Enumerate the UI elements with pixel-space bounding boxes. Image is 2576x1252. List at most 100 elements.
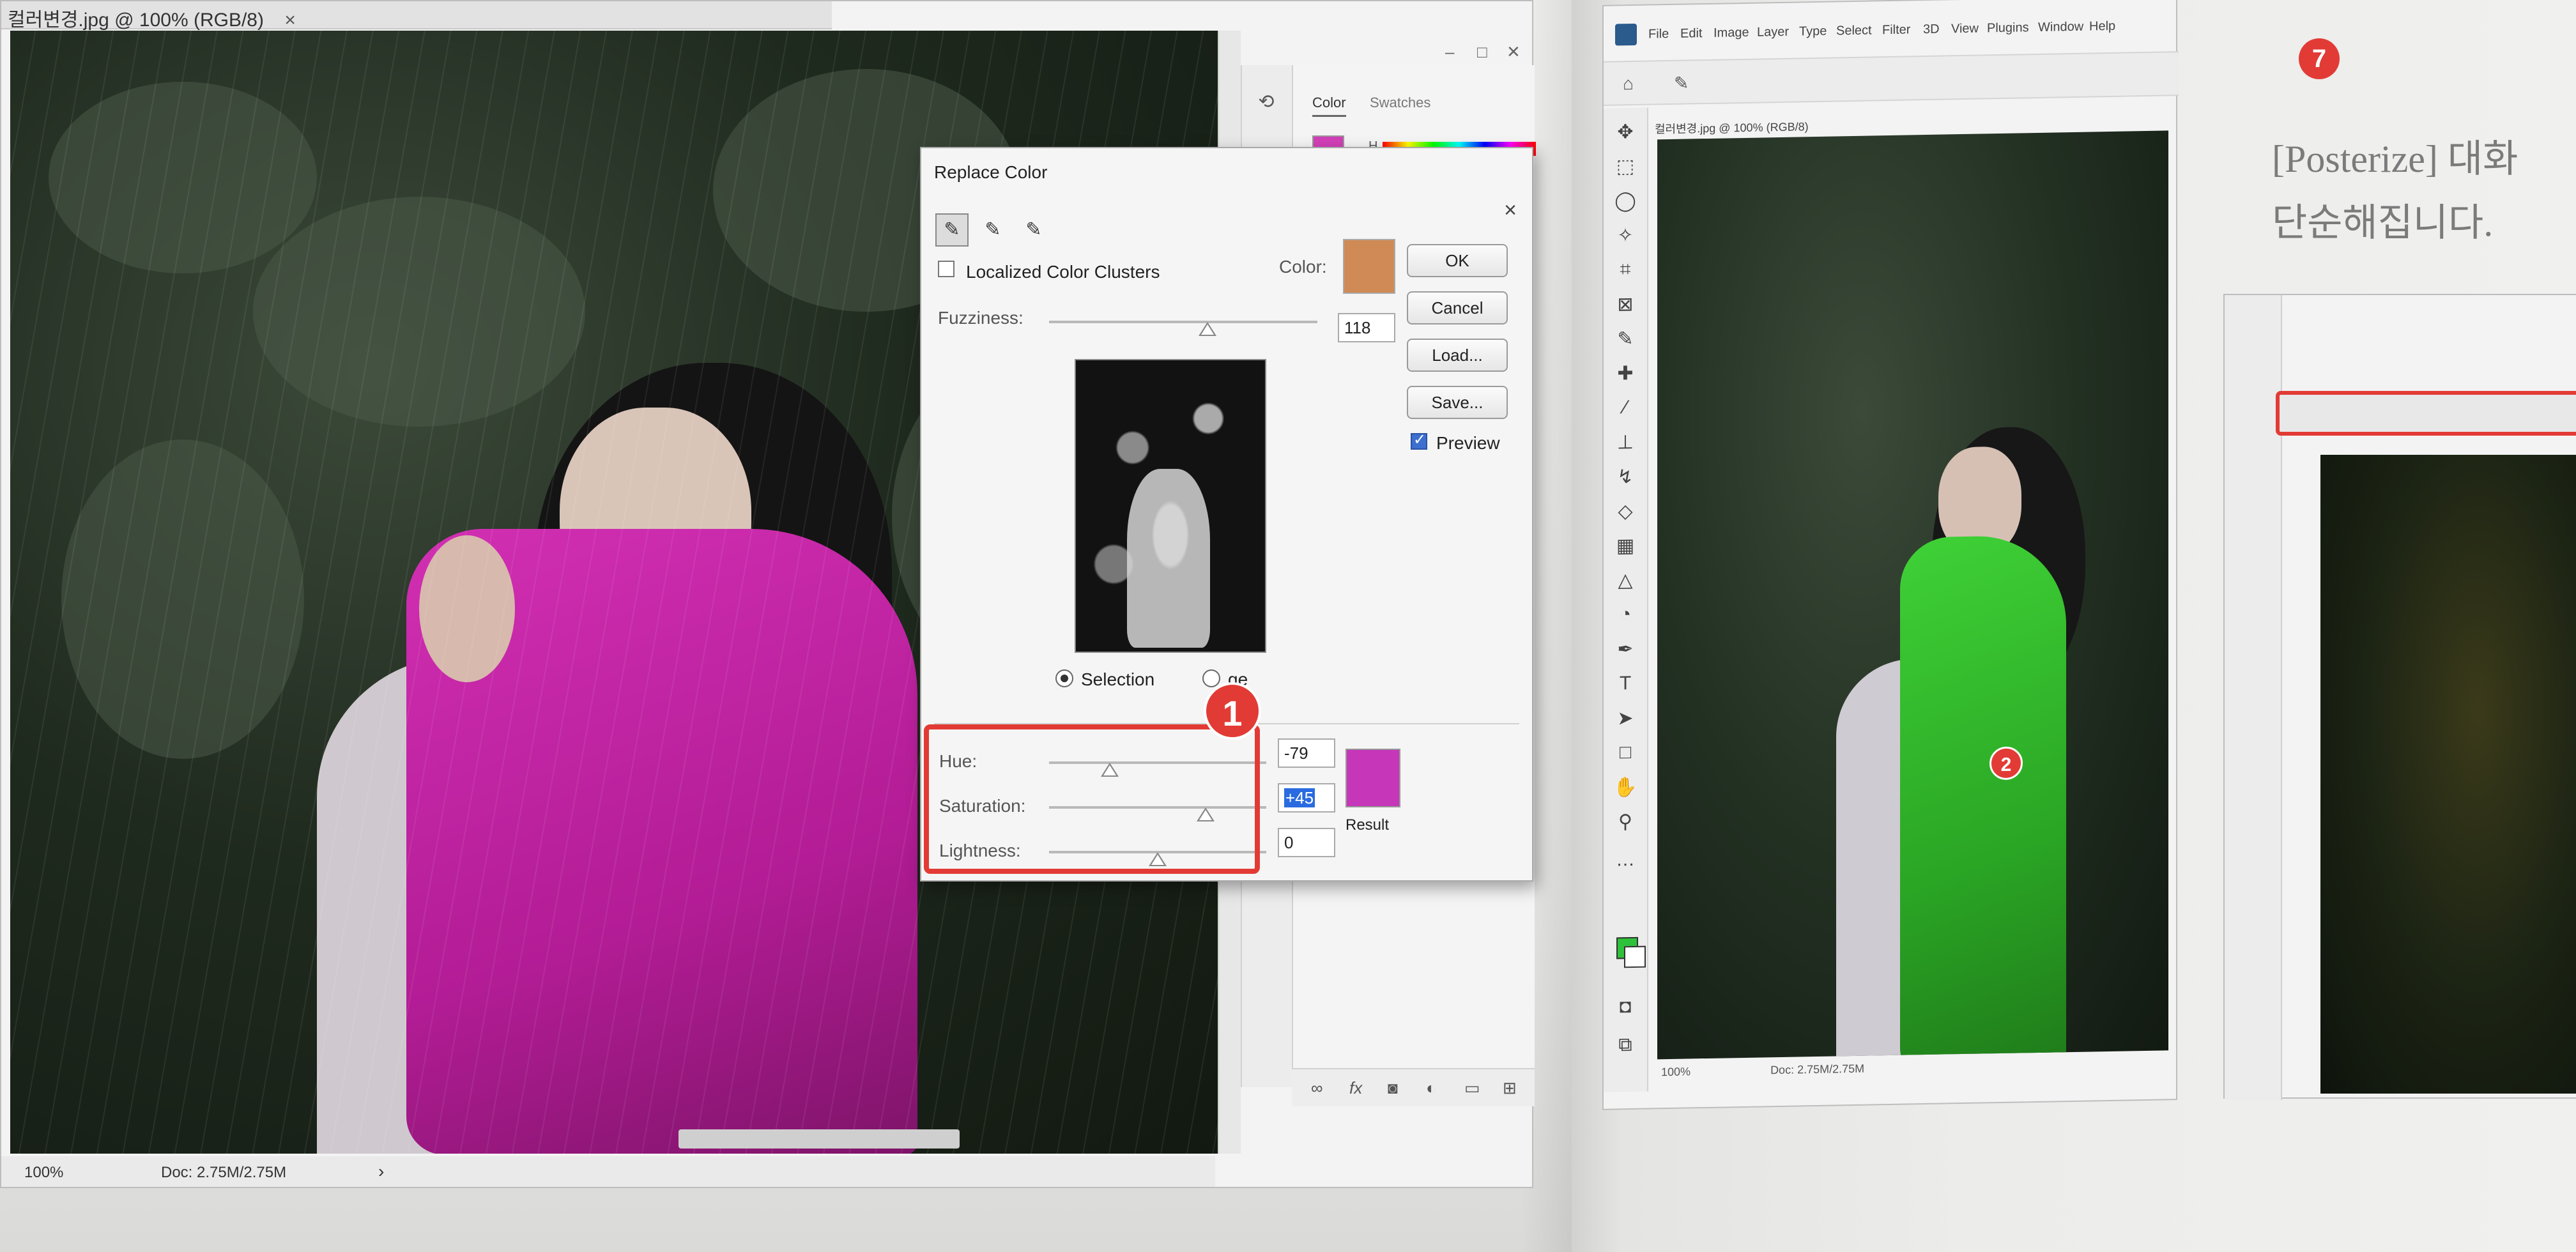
eyedropper-icon[interactable]: ✎ — [1613, 328, 1638, 354]
cancel-button[interactable]: Cancel — [1407, 291, 1508, 324]
fuzziness-slider-track[interactable] — [1049, 321, 1317, 323]
eyedropper-minus-icon[interactable]: ✎ — [1017, 213, 1050, 247]
book-text-line-1: [Posterize] 대화 — [2272, 138, 2518, 180]
save-button[interactable]: Save... — [1407, 386, 1508, 419]
dodge-tool-icon[interactable]: ◔ — [1613, 604, 1638, 630]
menu-layer[interactable]: Layer — [1757, 25, 1789, 40]
brush-tool-icon[interactable]: ∕ — [1613, 397, 1638, 423]
menu-plugins[interactable]: Plugins — [1987, 20, 2029, 36]
document-tab-title[interactable]: 컬러변경.jpg @ 100% (RGB/8) — [1655, 118, 1809, 137]
maximize-icon[interactable]: □ — [1477, 42, 1487, 62]
menu-type[interactable]: Type — [1799, 24, 1827, 40]
fx-icon[interactable]: fx — [1349, 1078, 1362, 1098]
saturation-value-field[interactable]: +45 — [1278, 783, 1335, 813]
tools-panel — [2225, 295, 2282, 1100]
book-text-line-2: 단순해집니다. — [2272, 202, 2494, 244]
frame-tool-icon[interactable]: ⊠ — [1613, 293, 1638, 319]
highlighted-menu-bar — [2276, 391, 2576, 436]
adjustment-icon[interactable]: ◐ — [1426, 1078, 1436, 1098]
menu-filter[interactable]: Filter — [1882, 22, 1910, 38]
healing-tool-icon[interactable]: ✚ — [1613, 362, 1638, 388]
localized-clusters-checkbox[interactable] — [938, 261, 954, 277]
screen-mode-icon[interactable]: ⧉ — [1613, 1034, 1638, 1060]
pen-tool-icon[interactable]: ✒ — [1613, 638, 1638, 664]
eyedropper-tool-icon[interactable]: ✎ — [1674, 72, 1689, 93]
eyedropper-plus-icon[interactable]: ✎ — [976, 213, 1009, 247]
menu-image[interactable]: Image — [1713, 26, 1749, 41]
photo-canvas-green[interactable]: 2 — [1657, 130, 2168, 1060]
menu-3d[interactable]: 3D — [1923, 22, 1940, 37]
tools-panel: ✥ ⬚ ◯ ✧ ⌗ ⊠ ✎ ✚ ∕ ⊥ ↯ ◇ ▦ △ ◔ ✒ T ➤ □ ✋ … — [1604, 107, 1648, 1092]
fuzziness-label: Fuzziness: — [938, 308, 1023, 328]
document-tab-title: 컬러변경.jpg @ 100% (RGB/8) — [8, 10, 264, 31]
load-button[interactable]: Load... — [1407, 339, 1508, 372]
selection-radio[interactable] — [1055, 669, 1073, 687]
move-tool-icon[interactable]: ✥ — [1613, 121, 1638, 147]
zoom-level[interactable]: 100% — [24, 1164, 63, 1182]
background-color-swatch[interactable] — [1624, 945, 1646, 968]
horizontal-scrollbar[interactable] — [678, 1129, 960, 1149]
zoom-level[interactable]: 100% — [1661, 1065, 1690, 1078]
selection-preview-image — [1075, 359, 1266, 653]
tab-close-icon[interactable]: × — [284, 10, 296, 31]
menu-window[interactable]: Window — [2038, 20, 2083, 35]
lightness-value: 0 — [1284, 833, 1294, 852]
ok-button[interactable]: OK — [1407, 244, 1508, 277]
menu-select[interactable]: Select — [1836, 23, 1872, 38]
menu-file[interactable]: File — [1648, 27, 1669, 42]
dialog-close-icon[interactable]: × — [1504, 198, 1517, 223]
preview-checkbox[interactable] — [1411, 431, 1427, 450]
fuzziness-value-field[interactable]: 118 — [1338, 313, 1395, 342]
tab-color[interactable]: Color — [1312, 95, 1346, 117]
more-tools-icon[interactable]: … — [1613, 849, 1638, 875]
minimize-icon[interactable]: – — [1445, 42, 1454, 62]
result-label: Result — [1346, 816, 1390, 834]
new-layer-icon[interactable]: ⊞ — [1503, 1078, 1517, 1098]
gradient-tool-icon[interactable]: ▦ — [1613, 535, 1638, 561]
close-icon[interactable]: ✕ — [1506, 42, 1521, 62]
lightness-value-field[interactable]: 0 — [1278, 828, 1335, 857]
options-bar: ⌂ ✎ — [1604, 51, 2179, 106]
hue-value-field[interactable]: -79 — [1278, 738, 1335, 768]
blur-tool-icon[interactable]: △ — [1613, 569, 1638, 595]
status-menu-arrow-icon[interactable]: › — [378, 1161, 384, 1182]
history-brush-icon[interactable]: ↯ — [1613, 466, 1638, 492]
hand-tool-icon[interactable]: ✋ — [1613, 776, 1638, 802]
menu-edit[interactable]: Edit — [1680, 26, 1702, 42]
lasso-tool-icon[interactable]: ◯ — [1613, 190, 1638, 216]
shape-tool-icon[interactable]: □ — [1613, 742, 1638, 768]
document-tab[interactable]: 컬러변경.jpg @ 100% (RGB/8) × — [8, 4, 296, 32]
result-color-swatch[interactable] — [1346, 749, 1400, 807]
eyedropper-icon[interactable]: ✎ — [935, 213, 969, 247]
link-icon[interactable]: ∞ — [1311, 1078, 1323, 1098]
window-controls: – □ ✕ — [1279, 40, 1535, 65]
image-radio[interactable] — [1202, 669, 1220, 687]
green-scarf — [1900, 535, 2066, 1060]
dialog-title: Replace Color — [934, 162, 1048, 182]
saturation-value: +45 — [1284, 788, 1315, 807]
home-icon[interactable]: ⌂ — [1623, 73, 1634, 94]
stamp-tool-icon[interactable]: ⊥ — [1613, 431, 1638, 457]
document-tab-bar: 컬러변경.jpg @ 100% (RGB/8) × — [1, 1, 832, 32]
quick-mask-icon[interactable]: ◘ — [1613, 996, 1638, 1022]
history-icon[interactable]: ⟲ — [1254, 91, 1279, 116]
eraser-tool-icon[interactable]: ◇ — [1613, 500, 1638, 526]
zoom-tool-icon[interactable]: ⚲ — [1613, 811, 1638, 837]
mask-icon[interactable]: ◙ — [1388, 1078, 1398, 1098]
annotation-badge-1: 1 — [1204, 682, 1261, 740]
marquee-tool-icon[interactable]: ⬚ — [1613, 155, 1638, 181]
fuzziness-slider-thumb[interactable] — [1198, 322, 1216, 336]
tab-swatches[interactable]: Swatches — [1370, 95, 1430, 111]
sample-color-swatch[interactable] — [1343, 239, 1395, 294]
type-tool-icon[interactable]: T — [1613, 673, 1638, 699]
folder-icon[interactable]: ▭ — [1464, 1078, 1480, 1098]
path-select-icon[interactable]: ➤ — [1613, 707, 1638, 733]
crop-tool-icon[interactable]: ⌗ — [1613, 259, 1638, 285]
menu-help[interactable]: Help — [2089, 19, 2115, 34]
layers-footer: ∞ fx ◙ ◐ ▭ ⊞ — [1292, 1068, 1535, 1106]
doc-size: Doc: 2.75M/2.75M — [1770, 1062, 1865, 1077]
posterized-photo — [2320, 455, 2576, 1094]
quick-select-tool-icon[interactable]: ✧ — [1613, 224, 1638, 250]
menu-view[interactable]: View — [1951, 22, 1979, 37]
doc-size: Doc: 2.75M/2.75M — [161, 1164, 287, 1181]
